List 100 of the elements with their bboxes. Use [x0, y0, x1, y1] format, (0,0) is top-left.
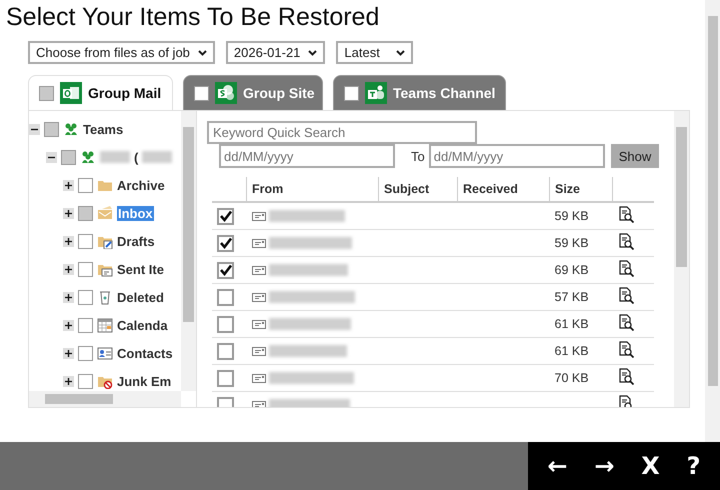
nav-button[interactable]: ? — [682, 452, 705, 480]
tab[interactable]: Group Site — [183, 75, 323, 110]
teams-logo-icon — [365, 82, 387, 104]
tree-item[interactable]: Drafts — [117, 234, 155, 248]
scrollbar[interactable] — [29, 391, 181, 407]
to-label: To — [411, 148, 425, 164]
checkbox[interactable] — [194, 86, 209, 100]
tree-item[interactable]: Inbox — [117, 206, 154, 220]
tree-item[interactable]: Deleted — [117, 290, 164, 304]
tree-item[interactable]: Contacts — [117, 346, 173, 360]
people-icon — [63, 121, 79, 137]
calendar-icon — [97, 317, 113, 333]
checkbox[interactable] — [78, 346, 93, 360]
tree-item[interactable]: ( — [134, 150, 138, 164]
table-cell: 70 KB — [550, 364, 612, 392]
date-field[interactable]: dd/MM/yyyy — [428, 144, 605, 168]
checkbox[interactable] — [78, 318, 93, 332]
scrollbar[interactable] — [181, 111, 196, 391]
checkbox[interactable] — [78, 262, 93, 276]
date-field[interactable]: dd/MM/yyyy — [219, 144, 395, 168]
document-search-icon[interactable] — [618, 287, 634, 304]
document-search-icon[interactable] — [618, 368, 634, 385]
expand-icon[interactable] — [63, 320, 74, 330]
contacts-icon — [97, 345, 113, 361]
nav-button[interactable]: X — [637, 452, 664, 480]
document-search-icon[interactable] — [618, 395, 634, 407]
search-field[interactable]: Keyword Quick Search — [207, 121, 477, 144]
tree-item[interactable]: Teams — [83, 122, 124, 136]
tree-item[interactable]: Junk Em — [117, 374, 172, 388]
page-title: Select Your Items To Be Restored — [6, 3, 380, 32]
nav-button[interactable]: → — [590, 452, 618, 480]
dropdown[interactable]: 2026-01-21 — [226, 41, 326, 64]
expand-icon[interactable] — [63, 376, 74, 386]
check-icon — [220, 264, 232, 276]
checkbox[interactable] — [44, 122, 59, 136]
scrollbar[interactable] — [674, 111, 689, 407]
envelope-icon — [252, 374, 266, 382]
checkbox[interactable] — [217, 316, 234, 332]
envelope-icon — [252, 346, 266, 356]
table-cell: 61 KB — [550, 310, 612, 338]
sharepoint-logo-icon — [215, 82, 237, 104]
table-cell: 59 KB — [550, 202, 612, 230]
expand-icon[interactable] — [63, 180, 74, 190]
column-header[interactable]: Subject — [378, 177, 458, 202]
expand-icon[interactable] — [63, 264, 74, 274]
envelope-icon — [252, 238, 266, 248]
table-cell: 59 KB — [550, 230, 612, 256]
document-search-icon[interactable] — [618, 260, 634, 277]
check-icon — [220, 237, 232, 249]
people-icon — [80, 149, 96, 165]
checkbox[interactable] — [78, 206, 93, 220]
envelope-icon — [252, 320, 266, 328]
page-scrollbar[interactable] — [705, 0, 720, 442]
checkbox[interactable] — [61, 150, 76, 164]
expand-icon[interactable] — [63, 236, 74, 246]
checkbox[interactable] — [78, 178, 93, 192]
caret-icon — [396, 50, 406, 56]
envelope-icon — [252, 212, 266, 220]
checkbox[interactable] — [78, 234, 93, 248]
checkbox[interactable] — [217, 342, 234, 360]
tab[interactable]: Teams Channel — [333, 75, 506, 110]
table-cell: 69 KB — [550, 256, 612, 284]
checkbox[interactable] — [217, 370, 234, 386]
checkbox[interactable] — [78, 290, 93, 304]
dropdown[interactable]: Latest — [336, 41, 414, 64]
checkbox[interactable] — [217, 234, 234, 252]
outlook-logo-icon — [60, 82, 82, 104]
expand-icon[interactable] — [63, 292, 74, 302]
table-cell: 57 KB — [550, 284, 612, 310]
table-cell: 61 KB — [550, 338, 612, 364]
envelope-icon — [252, 266, 266, 274]
tree-item[interactable]: Sent Ite — [117, 262, 164, 276]
checkbox[interactable] — [39, 86, 54, 100]
caret-icon — [198, 50, 207, 56]
expand-icon[interactable] — [63, 348, 74, 358]
tree-item[interactable]: Calenda — [117, 318, 168, 332]
column-header[interactable]: Received — [458, 177, 550, 202]
document-search-icon[interactable] — [618, 341, 634, 358]
redacted-text — [142, 151, 172, 163]
inbox-folder-icon — [97, 205, 113, 221]
caret-icon — [308, 50, 318, 56]
document-search-icon[interactable] — [618, 206, 634, 223]
check-icon — [220, 210, 232, 222]
nav-button[interactable]: ← — [543, 452, 572, 480]
checkbox[interactable] — [217, 208, 234, 224]
dropdown[interactable]: Choose from files as of job — [28, 41, 215, 64]
column-header[interactable]: Size — [550, 177, 612, 202]
checkbox[interactable] — [217, 262, 234, 278]
document-search-icon[interactable] — [618, 233, 634, 250]
document-search-icon[interactable] — [618, 314, 634, 331]
envelope-icon — [252, 400, 266, 407]
checkbox[interactable] — [217, 288, 234, 306]
expand-icon[interactable] — [63, 208, 74, 218]
tree-item[interactable]: Archive — [117, 178, 165, 192]
checkbox[interactable] — [344, 86, 359, 100]
column-header[interactable]: From — [246, 177, 378, 202]
show-button[interactable]: Show — [611, 144, 659, 168]
tab[interactable]: Group Mail — [28, 75, 173, 110]
checkbox[interactable] — [78, 374, 93, 388]
envelope-icon — [252, 292, 266, 302]
